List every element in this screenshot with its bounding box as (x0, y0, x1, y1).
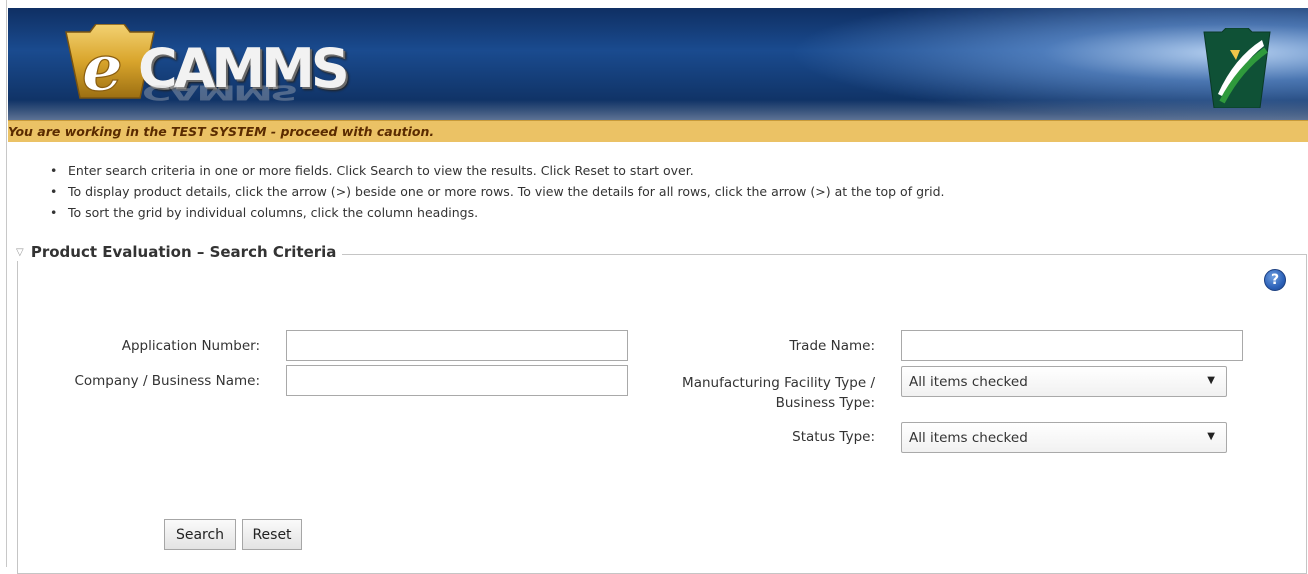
bullet-glyph: • (50, 184, 58, 199)
facility-type-label-line2: Business Type: (775, 395, 875, 411)
reset-button[interactable]: Reset (242, 519, 302, 550)
chevron-down-icon[interactable]: ▼ (1207, 431, 1215, 442)
trade-name-input[interactable] (901, 330, 1243, 361)
instruction-item: • To display product details, click the … (48, 181, 945, 202)
instructions-list: • Enter search criteria in one or more f… (48, 160, 945, 223)
collapse-arrow-icon[interactable]: ▽ (16, 247, 24, 258)
ecamms-logo: e CAMMS CAMMS (60, 20, 370, 120)
status-type-dropdown[interactable]: All items checked ▼ (901, 422, 1227, 453)
search-button[interactable]: Search (164, 519, 236, 550)
facility-type-label-line1: Manufacturing Facility Type / (682, 375, 875, 391)
help-icon[interactable]: ? (1264, 269, 1286, 291)
pennsylvania-keystone-icon (1203, 28, 1271, 108)
instruction-item: • To sort the grid by individual columns… (48, 202, 945, 223)
chevron-down-icon[interactable]: ▼ (1207, 375, 1215, 386)
status-type-label: Status Type: (792, 429, 875, 445)
application-number-input[interactable] (286, 330, 628, 361)
test-system-warning-bar: You are working in the TEST SYSTEM - pro… (8, 120, 1308, 142)
facility-type-label: Manufacturing Facility Type / Business T… (682, 373, 875, 413)
search-criteria-header[interactable]: ▽ Product Evaluation – Search Criteria (16, 243, 343, 261)
bullet-glyph: • (50, 205, 58, 220)
search-criteria-title: Product Evaluation – Search Criteria (30, 243, 337, 261)
test-system-warning-text: You are working in the TEST SYSTEM - pro… (8, 124, 435, 139)
logo-reflection: CAMMS (142, 80, 296, 104)
facility-type-selected: All items checked (909, 374, 1028, 390)
status-type-selected: All items checked (909, 430, 1028, 446)
bullet-glyph: • (50, 163, 58, 178)
svg-text:e: e (82, 31, 123, 106)
header-banner: e CAMMS CAMMS (8, 8, 1308, 120)
instruction-text: To display product details, click the ar… (68, 184, 945, 199)
application-number-label: Application Number: (121, 338, 260, 354)
facility-type-dropdown[interactable]: All items checked ▼ (901, 366, 1227, 397)
instruction-text: To sort the grid by individual columns, … (68, 205, 479, 220)
instruction-text: Enter search criteria in one or more fie… (68, 163, 694, 178)
company-name-input[interactable] (286, 365, 628, 396)
trade-name-label: Trade Name: (789, 338, 875, 354)
instruction-item: • Enter search criteria in one or more f… (48, 160, 945, 181)
company-name-label: Company / Business Name: (74, 373, 260, 389)
